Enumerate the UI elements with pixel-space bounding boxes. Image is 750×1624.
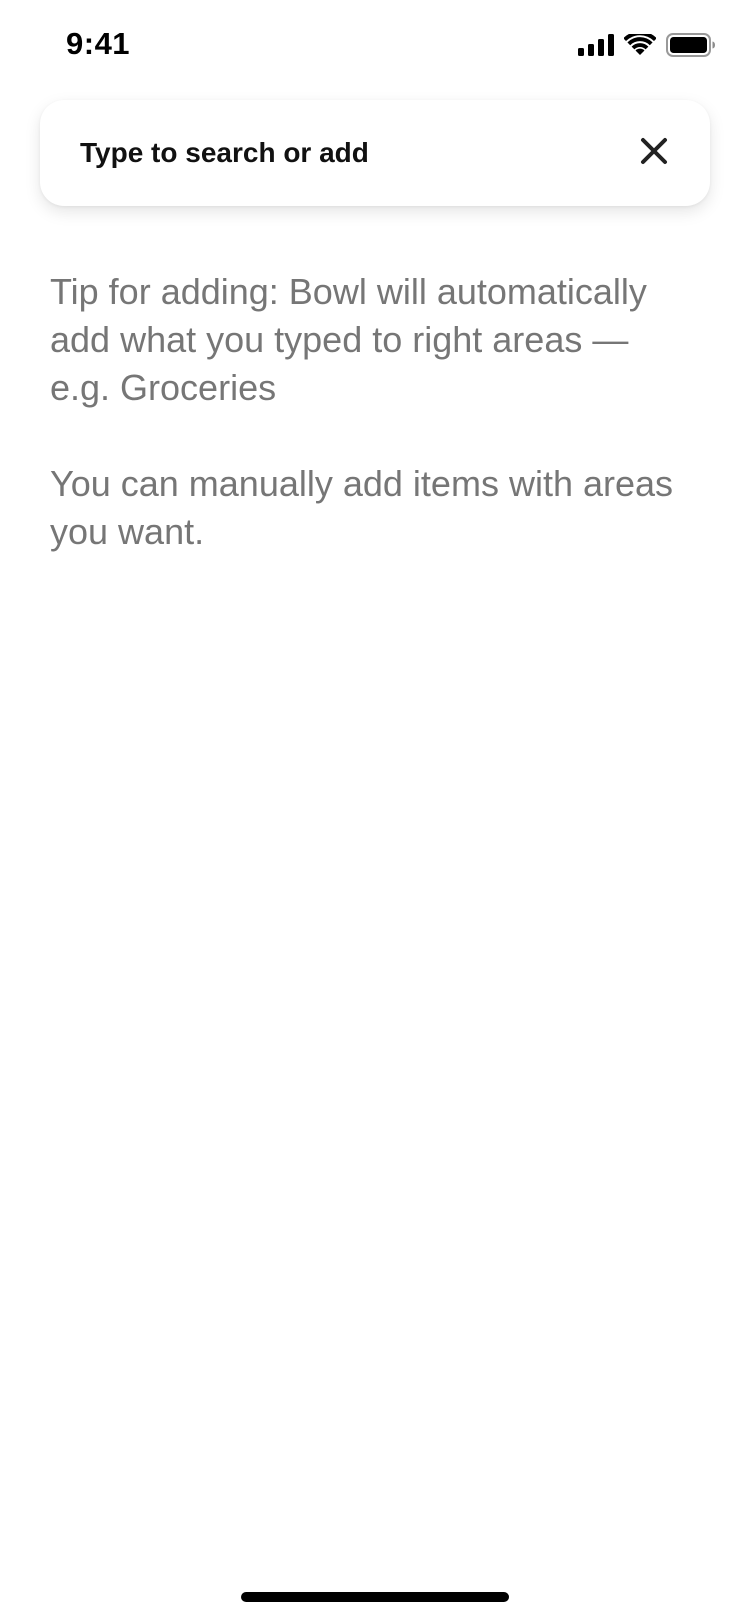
close-icon (640, 137, 668, 170)
status-bar: 9:41 (0, 0, 750, 94)
tip-manual-add: You can manually add items with areas yo… (50, 463, 674, 552)
status-icons (578, 33, 716, 57)
cellular-signal-icon (578, 34, 614, 56)
home-indicator[interactable] (241, 1592, 509, 1602)
close-button[interactable] (634, 133, 674, 173)
search-bar (40, 100, 710, 206)
search-input[interactable] (80, 137, 635, 169)
wifi-icon (624, 34, 656, 56)
status-time: 9:41 (66, 26, 131, 61)
battery-icon (666, 33, 716, 57)
tip-auto-add: Tip for adding: Bowl will automatically … (50, 271, 647, 408)
